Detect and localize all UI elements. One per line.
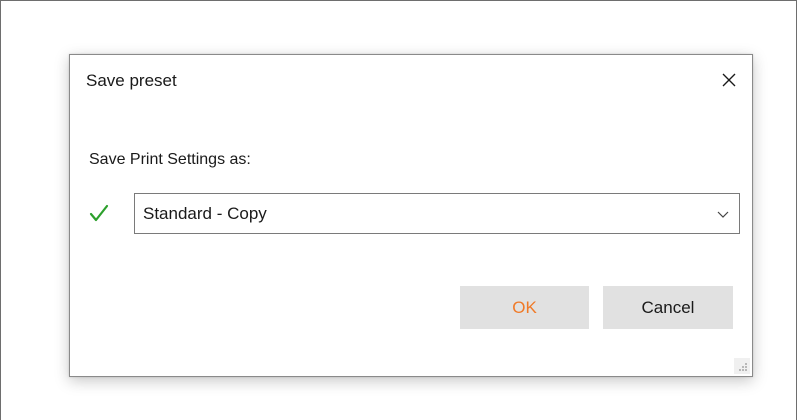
- close-button[interactable]: [716, 67, 742, 93]
- save-as-label: Save Print Settings as:: [89, 151, 251, 168]
- resize-grip-icon: [739, 363, 747, 371]
- chevron-down-icon[interactable]: [717, 209, 729, 219]
- close-icon: [722, 73, 736, 87]
- preset-name-value: Standard - Copy: [143, 204, 267, 223]
- check-icon: [89, 204, 109, 222]
- ok-button[interactable]: OK: [460, 286, 589, 329]
- save-preset-dialog: Save preset Save Print Settings as: Stan…: [69, 54, 753, 377]
- preset-name-combobox[interactable]: Standard - Copy: [134, 193, 740, 234]
- cancel-button[interactable]: Cancel: [603, 286, 733, 329]
- resize-grip[interactable]: [734, 358, 750, 374]
- dialog-title: Save preset: [86, 71, 177, 90]
